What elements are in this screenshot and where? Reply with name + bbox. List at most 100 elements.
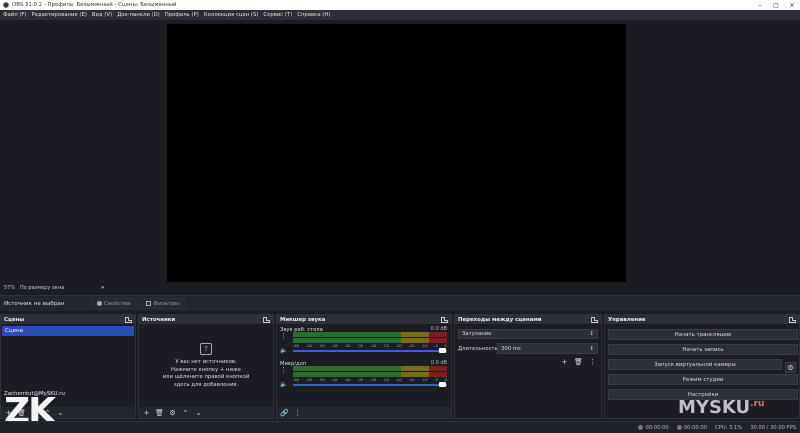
- undock-icon[interactable]: [125, 316, 132, 323]
- audio-mixer-dock: Микшер звука Звук раб. стола 0.0 dB ⋮ -6…: [276, 314, 452, 419]
- remove-source-icon[interactable]: 🗑: [155, 408, 164, 417]
- transition-toolbar: + 🗑 ⋮: [560, 357, 597, 366]
- controls-title: Управление: [608, 316, 646, 323]
- channel-menu-icon[interactable]: ⋮: [280, 333, 287, 340]
- volume-slider-handle[interactable]: [439, 348, 446, 353]
- source-properties-icon[interactable]: ⚙: [168, 408, 177, 417]
- filter-icon: [146, 301, 152, 306]
- menu-profile[interactable]: Профиль (P): [165, 12, 199, 18]
- empty-line-3: или щёлкните правой кнопкой: [162, 374, 250, 380]
- sources-dock: Источники ? У вас нет источников. Нажмит…: [138, 314, 274, 419]
- scene-item[interactable]: Сцена: [2, 326, 134, 336]
- menu-file[interactable]: Файл (F): [3, 12, 27, 18]
- undock-icon[interactable]: [789, 316, 796, 323]
- watermark-site: MYSKU: [678, 397, 751, 418]
- transition-value: Затухание: [462, 331, 492, 337]
- start-virtual-camera-button[interactable]: Запуск виртуальной камеры: [608, 359, 782, 370]
- dock-header: Управление: [605, 315, 799, 324]
- minimize-icon[interactable]: –: [752, 0, 768, 10]
- volume-meter: [293, 366, 447, 371]
- transitions-dock: Переходы между сценами Затухание ↕ Длите…: [454, 314, 602, 419]
- duration-value: 300 ms: [501, 345, 521, 352]
- question-icon: ?: [200, 343, 212, 355]
- mixer-menu-icon[interactable]: ⋮: [293, 408, 302, 417]
- record-icon: [676, 425, 682, 430]
- sources-empty-state[interactable]: ? У вас нет источников. Нажмите кнопку +…: [139, 343, 273, 389]
- filters-label: Фильтры: [153, 300, 179, 307]
- undock-icon[interactable]: [263, 316, 270, 323]
- properties-label: Свойства: [104, 300, 131, 307]
- watermark-mysku: MYSKU.ru: [678, 397, 764, 418]
- menu-tools[interactable]: Сервис (T): [263, 12, 292, 18]
- transition-menu-icon[interactable]: ⋮: [588, 357, 597, 366]
- mixer-channel-desktop: Звук раб. стола 0.0 dB ⋮ -60 -55 -50 -45 -40…: [277, 324, 451, 358]
- dock-header: Микшер звука: [277, 315, 451, 324]
- sources-title: Источники: [142, 316, 176, 323]
- duration-spinbox[interactable]: 300 ms ↕: [497, 343, 598, 354]
- preview-canvas[interactable]: [167, 24, 626, 282]
- studio-mode-button[interactable]: Режим студии: [608, 374, 798, 385]
- menu-help[interactable]: Справка (H): [297, 12, 330, 18]
- move-down-icon[interactable]: ⌄: [56, 408, 65, 417]
- maximize-icon[interactable]: □: [768, 0, 784, 10]
- window-controls: – □ ✕: [752, 0, 800, 10]
- sources-toolbar: + 🗑 ⚙ ⌃ ⌄: [139, 407, 273, 418]
- channel-menu-icon[interactable]: ⋮: [280, 367, 287, 374]
- filters-button[interactable]: Фильтры: [139, 298, 186, 309]
- menu-docks[interactable]: Док-панели (D): [117, 12, 160, 18]
- move-up-icon[interactable]: ⌃: [181, 408, 190, 417]
- close-icon[interactable]: ✕: [784, 0, 800, 10]
- empty-line-1: У вас нет источников.: [175, 359, 237, 365]
- no-source-label: Источник не выбран: [4, 300, 65, 307]
- empty-line-2: Нажмите кнопку + ниже: [171, 366, 241, 373]
- start-record-button[interactable]: Начать запись: [608, 344, 798, 355]
- transition-select[interactable]: Затухание ↕: [458, 329, 598, 339]
- start-stream-button[interactable]: Начать трансляцию: [608, 329, 798, 340]
- menu-view[interactable]: Вид (V): [92, 12, 112, 18]
- link-icon[interactable]: 🔗: [280, 408, 289, 417]
- undock-icon[interactable]: [441, 316, 448, 323]
- volume-slider[interactable]: [293, 384, 447, 386]
- window-title: OBS 31.0.2 - Профиль: Безымянный - Сцены…: [12, 2, 177, 8]
- record-status: 00:00:00: [676, 424, 708, 431]
- properties-button[interactable]: Свойства: [90, 298, 138, 309]
- move-down-icon[interactable]: ⌄: [194, 408, 203, 417]
- add-transition-icon[interactable]: +: [560, 357, 569, 366]
- meter-scale: -60 -55 -50 -45 -40 -35 -30 -25 -20 -15 -10 -5 0: [293, 343, 447, 348]
- meter-scale: -60 -55 -50 -45 -40 -35 -30 -25 -20 -15 -10 -5 0: [293, 377, 447, 382]
- scenes-title: Сцены: [4, 316, 25, 323]
- menu-bar: Файл (F) Редактирование (E) Вид (V) Док-…: [0, 10, 800, 20]
- menu-edit[interactable]: Редактирование (E): [32, 12, 87, 18]
- transitions-title: Переходы между сценами: [458, 316, 542, 323]
- gear-icon[interactable]: ⚙: [785, 362, 796, 373]
- mixer-toolbar: 🔗 ⋮: [277, 407, 451, 418]
- volume-slider[interactable]: [293, 350, 447, 352]
- zoom-value: 57%: [4, 285, 16, 291]
- volume-slider-handle[interactable]: [439, 382, 446, 387]
- preview-zoom-bar: 57% По размеру окна ▾: [0, 283, 800, 293]
- gear-icon: [97, 301, 102, 306]
- volume-meter: [293, 332, 447, 337]
- dock-header: Сцены: [1, 315, 135, 324]
- chevron-updown-icon: ↕: [589, 331, 594, 337]
- cpu-usage: CPU: 3.1%: [715, 424, 743, 431]
- mixer-channel-mic: Микр/доп 0.0 dB ⋮ -60 -55 -50 -45 -40 -35 -30-…: [277, 358, 451, 392]
- stream-status: 00:00:00: [638, 424, 669, 431]
- zoom-select[interactable]: По размеру окна ▾: [20, 285, 104, 292]
- speaker-icon[interactable]: 🔈: [280, 381, 287, 388]
- source-context-bar: Источник не выбран Свойства Фильтры: [0, 295, 800, 311]
- add-source-icon[interactable]: +: [142, 408, 151, 417]
- remove-transition-icon[interactable]: 🗑: [574, 357, 583, 366]
- obs-logo-icon: [3, 2, 9, 8]
- stream-icon: [638, 425, 644, 430]
- dock-header: Переходы между сценами: [455, 315, 601, 324]
- speaker-icon[interactable]: 🔈: [280, 347, 287, 354]
- stream-time: 00:00:00: [645, 424, 669, 431]
- menu-scene-collection[interactable]: Коллекция сцен (S): [204, 12, 259, 18]
- zoom-mode: По размеру окна: [20, 285, 65, 291]
- undock-icon[interactable]: [591, 316, 598, 323]
- empty-line-4: здесь для добавления.: [173, 381, 239, 388]
- fps-readout: 30.00 / 30.00 FPS: [750, 424, 796, 431]
- record-time: 00:00:00: [683, 424, 708, 431]
- spin-arrows-icon[interactable]: ↕: [590, 346, 594, 352]
